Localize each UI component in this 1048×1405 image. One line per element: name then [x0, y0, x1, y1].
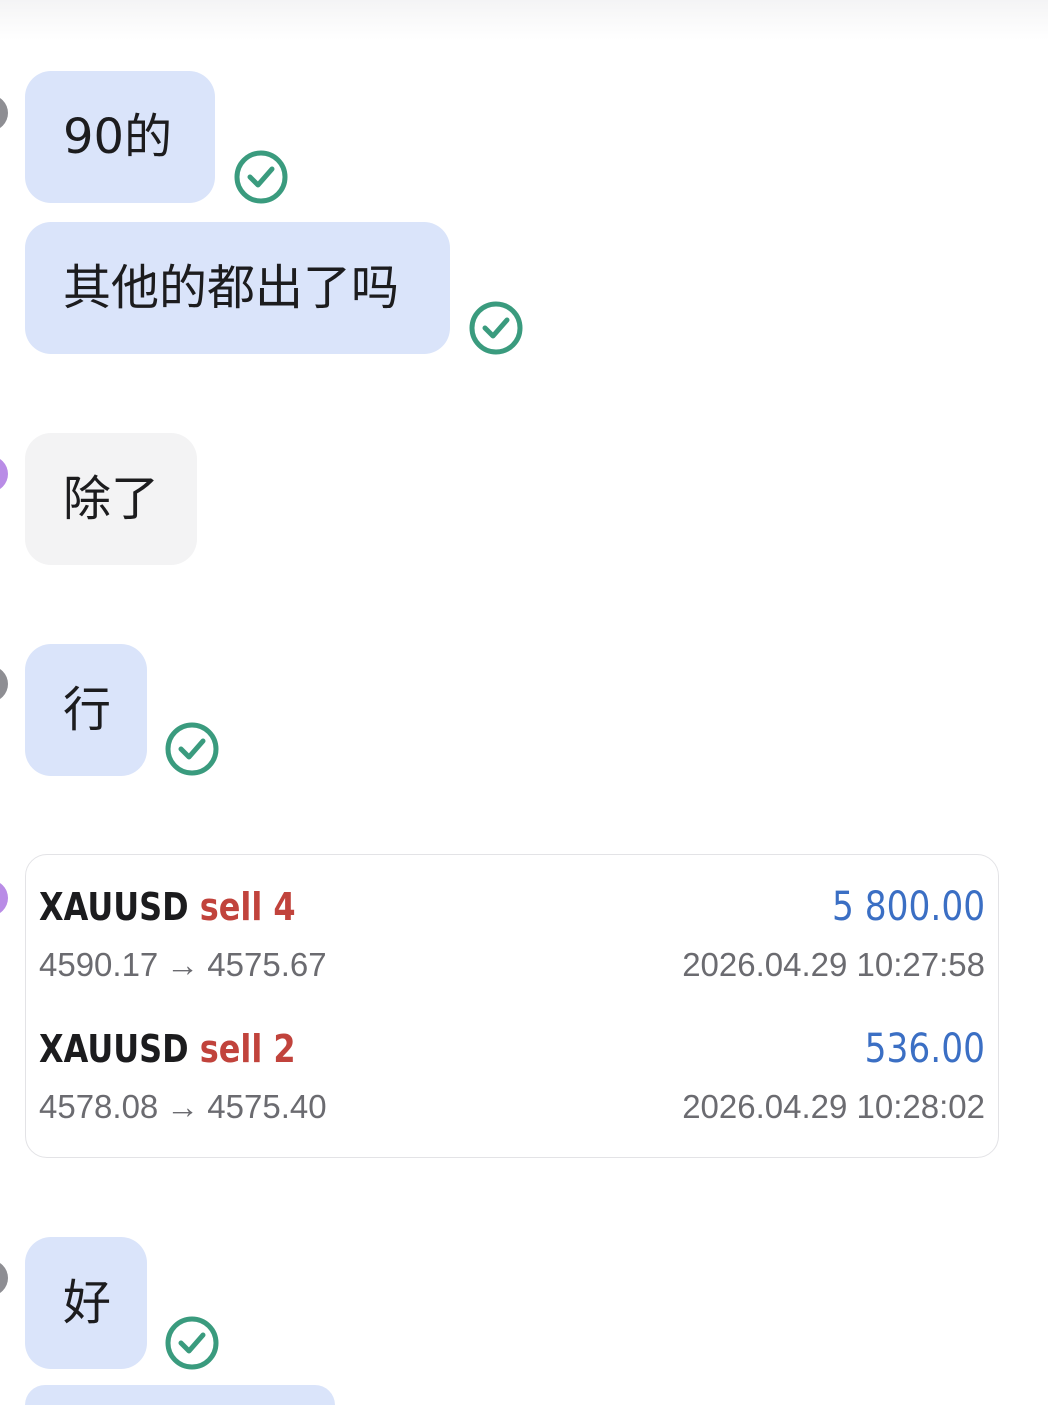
trade-symbol: XAUUSD	[39, 885, 189, 929]
trade-prices: 4578.08 → 4575.40	[39, 1087, 327, 1127]
avatar[interactable]	[0, 666, 8, 702]
trade-time: 2026.04.29 10:28:02	[682, 1088, 985, 1125]
trade-card[interactable]: XAUUSD sell 4 5 800.00 4590.17 → 4575.67 2…	[25, 854, 999, 1158]
message-text: 除了	[63, 471, 160, 527]
message-text: 好	[63, 1275, 112, 1331]
avatar[interactable]	[0, 880, 8, 916]
message-bubble-outgoing[interactable]	[25, 1385, 335, 1405]
trade-time: 2026.04.29 10:27:58	[682, 946, 985, 983]
trade-profit: 5 800.00	[831, 884, 985, 930]
message-text: 行	[63, 682, 112, 738]
check-circle-icon	[233, 149, 289, 205]
message-text: 90的	[63, 109, 173, 165]
message-bubble-outgoing[interactable]: 其他的都出了吗	[25, 222, 450, 354]
close-price: 4575.67	[207, 946, 327, 983]
avatar[interactable]	[0, 95, 8, 131]
top-fade	[0, 0, 1048, 40]
trade-side: sell 4	[199, 885, 296, 929]
message-bubble-outgoing[interactable]: 行	[25, 644, 147, 776]
trade-row[interactable]: XAUUSD sell 2 536.00 4578.08 → 4575.40 202…	[39, 1025, 985, 1135]
trade-prices: 4590.17 → 4575.67	[39, 945, 327, 985]
trade-title: XAUUSD sell 4	[39, 883, 296, 931]
check-circle-icon	[164, 721, 220, 777]
close-price: 4575.40	[207, 1088, 327, 1125]
check-circle-icon	[468, 300, 524, 356]
avatar[interactable]	[0, 456, 8, 492]
trade-profit: 536.00	[864, 1026, 985, 1072]
arrow-right-icon: →	[166, 946, 200, 983]
message-bubble-outgoing[interactable]: 90的	[25, 71, 215, 203]
open-price: 4590.17	[39, 946, 159, 983]
message-bubble-outgoing[interactable]: 好	[25, 1237, 147, 1369]
message-text: 其他的都出了吗	[63, 260, 400, 316]
trade-title: XAUUSD sell 2	[39, 1025, 296, 1073]
trade-side: sell 2	[199, 1027, 296, 1071]
avatar[interactable]	[0, 1260, 8, 1296]
arrow-right-icon: →	[166, 1088, 200, 1125]
check-circle-icon	[164, 1315, 220, 1371]
open-price: 4578.08	[39, 1088, 159, 1125]
message-bubble-incoming[interactable]: 除了	[25, 433, 197, 565]
trade-symbol: XAUUSD	[39, 1027, 189, 1071]
trade-row[interactable]: XAUUSD sell 4 5 800.00 4590.17 → 4575.67 2…	[39, 883, 985, 993]
